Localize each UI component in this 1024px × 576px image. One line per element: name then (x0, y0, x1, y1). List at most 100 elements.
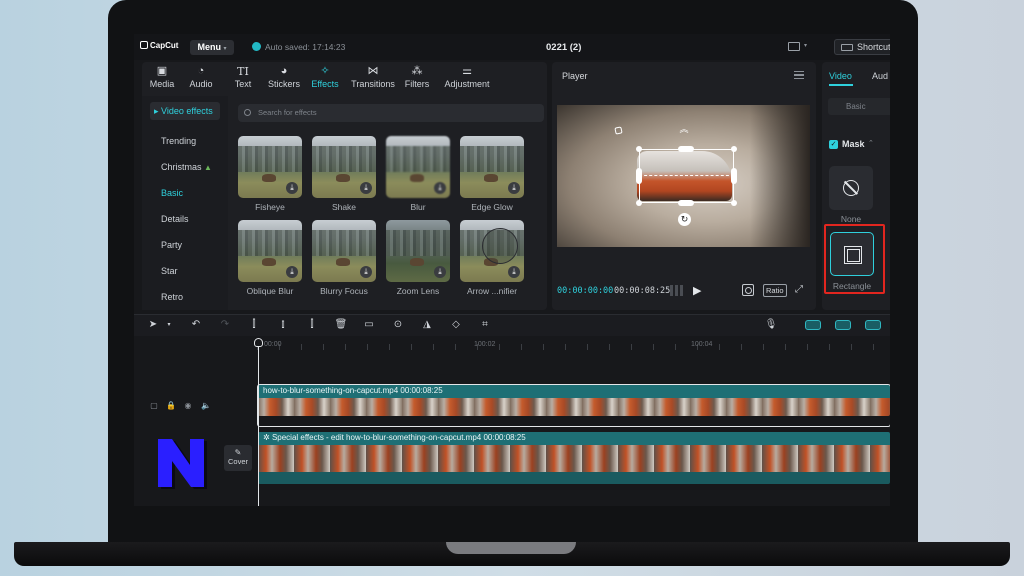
effect-thumb-edge-glow[interactable]: ⤓ (460, 136, 524, 198)
sidebar-item-details[interactable]: Details (161, 214, 189, 224)
mask-corner-handle[interactable] (636, 146, 642, 152)
speaker-icon[interactable]: 🔈 (200, 401, 212, 410)
autosave-text: Auto saved: 17:14:23 (265, 42, 346, 52)
ruler-label: 00:00 (264, 341, 282, 348)
sidebar-item-star[interactable]: Star (161, 266, 178, 276)
deer-image (410, 174, 424, 182)
split-left-icon[interactable]: ⫾ (276, 318, 290, 332)
round-corner-icon[interactable] (614, 126, 623, 135)
chevron-down-icon[interactable]: ▾ (162, 318, 176, 332)
crop-icon[interactable]: ⌗ (478, 318, 492, 332)
sidebar-item-christmas[interactable]: Christmas ▲ (161, 162, 212, 172)
sidebar-item-retro[interactable]: Retro (161, 292, 183, 302)
sidebar-item-basic[interactable]: Basic (161, 188, 183, 198)
effects-icon: ✧ (320, 65, 330, 77)
effect-thumb-oblique-blur[interactable]: ⤓ (238, 220, 302, 282)
link-toggle-icon[interactable] (805, 320, 821, 330)
track-video-icon[interactable]: ▢ (148, 401, 160, 410)
undo-icon[interactable]: ↶ (189, 318, 203, 332)
mask-option-none[interactable] (829, 166, 873, 210)
tab-media[interactable]: ▣ Media (140, 64, 184, 94)
mask-right-handle[interactable] (731, 168, 737, 184)
layout-chevron-icon[interactable]: ▾ (804, 42, 807, 49)
playhead[interactable] (258, 340, 259, 506)
mask-top-handle[interactable] (678, 146, 694, 152)
select-cursor-icon[interactable]: ➤ (146, 318, 160, 332)
sidebar-item-party[interactable]: Party (161, 240, 182, 250)
download-icon[interactable]: ⤓ (434, 266, 446, 278)
sidebar-item-label: Christmas (161, 162, 202, 172)
hamburger-icon[interactable] (794, 71, 804, 79)
sidebar-item-trending[interactable]: Trending (161, 136, 196, 146)
ruler-label: 100:02 (474, 341, 496, 348)
video-preview[interactable]: ↻ ︽ (557, 105, 810, 247)
redo-icon[interactable]: ↷ (218, 318, 232, 332)
time-ruler[interactable] (257, 344, 890, 350)
mask-bottom-handle[interactable] (678, 200, 694, 206)
effect-label: Oblique Blur (246, 286, 294, 296)
clip-selection-frame (257, 384, 890, 427)
tab-effects[interactable]: ✧ Effects (303, 64, 347, 94)
playhead-handle[interactable] (254, 338, 263, 347)
mask-corner-handle[interactable] (731, 200, 737, 206)
microphone-icon[interactable]: 🎙 (764, 318, 778, 332)
sparkle-icon: ✲ (263, 433, 270, 442)
rotate-clip-icon[interactable]: ◇ (449, 318, 463, 332)
play-icon[interactable]: ▶ (693, 284, 701, 297)
download-icon[interactable]: ⤓ (508, 182, 520, 194)
mirror-icon[interactable]: ◮ (420, 318, 434, 332)
mask-left-handle[interactable] (636, 168, 642, 184)
tab-audio[interactable]: Aud (872, 71, 888, 81)
fit-view-icon[interactable] (742, 284, 754, 296)
mask-corner-handle[interactable] (731, 146, 737, 152)
effect-thumb-arrow-magnifier[interactable]: ⤓ (460, 220, 524, 282)
menu-button[interactable]: Menu ▾ (190, 40, 234, 55)
download-icon[interactable]: ⤓ (360, 266, 372, 278)
split-icon[interactable]: ⫿ (247, 318, 261, 332)
tab-video-underline (829, 84, 853, 86)
checkbox-icon[interactable]: ✓ (829, 140, 838, 149)
tab-text[interactable]: TI Text (221, 64, 265, 94)
tab-filters[interactable]: ⁂ Filters (395, 64, 439, 94)
eye-icon[interactable]: ◉ (182, 401, 194, 410)
delete-icon[interactable]: 🗑 (334, 318, 348, 332)
subtab-basic[interactable]: Basic (828, 98, 890, 115)
tab-adjustment[interactable]: ⚌ Adjustment (439, 64, 495, 94)
download-icon[interactable]: ⤓ (286, 182, 298, 194)
freeze-icon[interactable]: ▭ (362, 318, 376, 332)
effect-clip-bar (258, 472, 890, 484)
play-circle-icon[interactable]: ⊙ (391, 318, 405, 332)
chevron-up-icon[interactable]: ⌃ (868, 139, 874, 147)
tab-stickers[interactable]: ◕ Stickers (262, 64, 306, 94)
download-icon[interactable]: ⤓ (360, 182, 372, 194)
magnet-toggle-icon[interactable] (835, 320, 851, 330)
tab-transitions[interactable]: ⋈ Transitions (348, 64, 398, 94)
effect-thumb-fisheye[interactable]: ⤓ (238, 136, 302, 198)
mask-rectangle-frame[interactable] (639, 149, 734, 203)
mask-section-title: Mask (842, 139, 865, 149)
deer-image (410, 258, 424, 266)
effect-clip[interactable]: ✲ Special effects - edit how-to-blur-som… (258, 432, 890, 484)
sidebar-header-video-effects[interactable]: ▸ Video effects (150, 102, 220, 120)
preview-axis-toggle-icon[interactable] (865, 320, 881, 330)
lock-icon[interactable]: 🔒 (165, 401, 177, 410)
effect-thumb-blur[interactable]: ⤓ (386, 136, 450, 198)
tab-audio[interactable]: ◔ Audio (179, 64, 223, 94)
layout-icon[interactable] (788, 42, 800, 51)
ratio-button[interactable]: Ratio (763, 284, 787, 297)
download-icon[interactable]: ⤓ (508, 266, 520, 278)
mask-corner-handle[interactable] (636, 200, 642, 206)
effects-search-input[interactable]: Search for effects (238, 104, 544, 122)
effect-thumb-shake[interactable]: ⤓ (312, 136, 376, 198)
tab-video[interactable]: Video (829, 71, 852, 81)
effect-thumb-blurry-focus[interactable]: ⤓ (312, 220, 376, 282)
feather-up-icon[interactable]: ︽ (678, 123, 690, 135)
cover-button[interactable]: ✎ Cover (224, 445, 252, 471)
rotate-icon[interactable]: ↻ (678, 213, 691, 226)
fullscreen-icon[interactable]: ⤢ (795, 284, 803, 295)
stickers-icon: ◕ (280, 65, 288, 77)
effect-thumb-zoom-lens[interactable]: ⤓ (386, 220, 450, 282)
split-right-icon[interactable]: ⫿ (305, 318, 319, 332)
download-icon[interactable]: ⤓ (434, 182, 446, 194)
download-icon[interactable]: ⤓ (286, 266, 298, 278)
